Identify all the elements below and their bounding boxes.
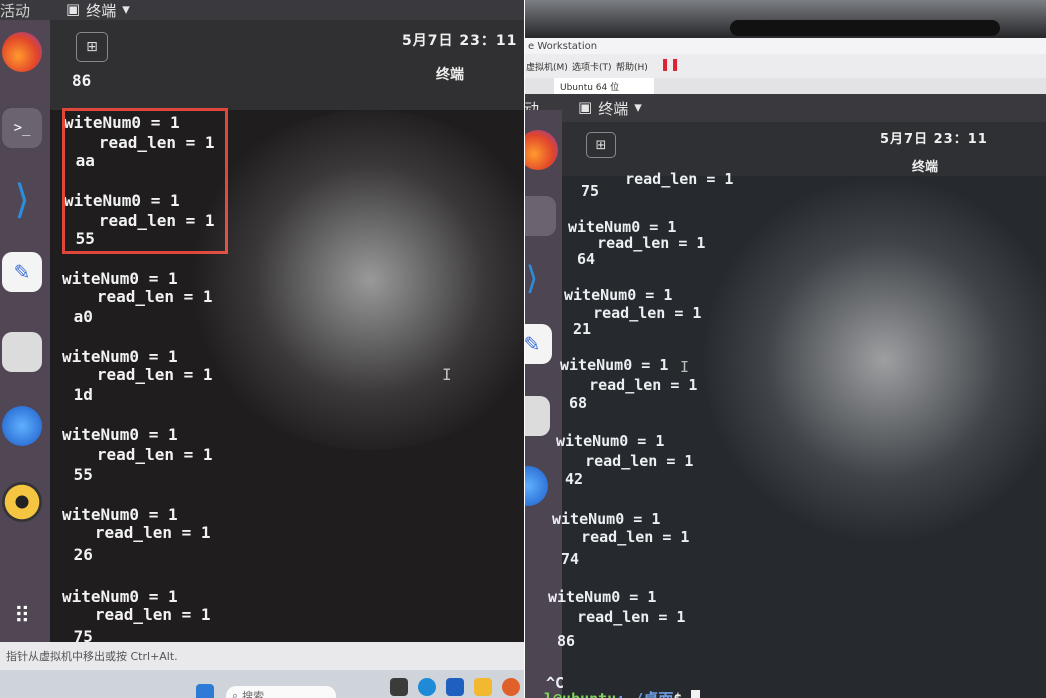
taskbar-search[interactable]: ⌕ 搜索 [226,686,336,698]
highlight-box [62,108,228,254]
dock: >_ ⟩ ✎ ⠿ [0,20,50,660]
clock[interactable]: 5月7日 23：11 [402,30,517,50]
terminal-line: witeNum0 = 1 [552,510,661,528]
terminal-line: 74 [552,550,580,568]
terminal-menu-icon: ▣ [66,0,81,18]
explorer-icon[interactable] [474,678,492,696]
firefox-taskbar-icon[interactable] [502,678,520,696]
webcam-notch [730,20,1000,36]
terminal-line: 42 [556,470,584,488]
terminal-output: read_len = 1 75 witeNum0 = 1 read_len = … [524,160,1046,698]
terminal-line: witeNum0 = 1 [560,356,669,374]
vm-menu-bar: 虚拟机(M) 选项卡(T) 帮助(H) ❚❚ [524,54,1046,78]
terminal-line: read_len = 1 [598,170,734,188]
terminal-line: read_len = 1 [68,365,213,384]
terminal-line: witeNum0 = 1 [62,347,178,366]
clock[interactable]: 5月7日 23：11 [880,128,988,147]
gnome-top-bar: 动 ▣ 终端 ▾ [524,94,1046,124]
plus-icon: ⊞ [595,137,607,153]
terminal-menu-label: 终端 [86,2,117,20]
terminal-line: read_len = 1 [68,287,213,306]
photo-divider [524,0,525,698]
terminal-line: read_len = 1 [66,523,211,542]
rhythmbox-icon[interactable] [2,482,42,522]
windows-taskbar: ⌕ 搜索 [0,670,524,698]
terminal-menu-label: 终端 [598,100,629,118]
prompt-user: l@ubuntu [544,690,616,698]
terminal-line: 68 [560,394,588,412]
vm-status-text: 指针从虚拟机中移出或按 Ctrl+Alt. [6,650,178,663]
vm-tab-label: Ubuntu 64 位 [560,83,620,93]
text-editor-icon[interactable]: ✎ [2,252,42,292]
terminal-line: read_len = 1 [558,452,694,470]
plus-icon: ⊞ [86,39,98,55]
terminal-line: 21 [564,320,592,338]
vm-tab[interactable]: Ubuntu 64 位 [554,78,654,94]
chevron-down-icon: ▾ [122,0,130,18]
windows-start-icon[interactable] [196,684,214,698]
terminal-line: read_len = 1 [554,528,690,546]
terminal-line: witeNum0 = 1 [564,286,673,304]
vm-window-title: e Workstation [528,41,598,52]
text-cursor-icon: I [442,365,452,384]
terminal-app-menu[interactable]: ▣ 终端 ▾ [578,98,642,119]
taskbar-app-icon[interactable] [390,678,408,696]
terminal-line: 55 [64,465,93,484]
vscode-icon[interactable]: ⟩ [2,177,42,223]
new-tab-button[interactable]: ⊞ [76,32,108,62]
terminal-cursor [691,690,701,698]
terminal-line: read_len = 1 [550,608,686,626]
terminal-line: witeNum0 = 1 [62,505,178,524]
terminal-line: read_len = 1 [66,605,211,624]
terminal-line: witeNum0 = 1 [548,588,657,606]
vm-menu-item[interactable]: 帮助(H) [616,60,648,73]
terminal-app-menu[interactable]: ▣ 终端 ▾ [66,0,130,21]
terminal-line: 1d [64,385,93,404]
terminal-line: 75 [572,182,600,200]
store-icon[interactable] [446,678,464,696]
prompt-symbol: $ [673,690,682,698]
terminal-line: 86 [72,71,92,90]
prompt-path: :~/桌面 [616,690,673,698]
files-icon[interactable] [2,332,42,372]
vm-status-bar: 指针从虚拟机中移出或按 Ctrl+Alt. [0,642,524,670]
activities-button[interactable]: 活动 [0,0,30,21]
app-grid-icon[interactable]: ⠿ [2,596,42,636]
terminal-menu-icon: ▣ [578,98,593,116]
thunderbird-icon[interactable] [2,406,42,446]
vm-menu-item[interactable]: 虚拟机(M) [526,60,568,73]
terminal-line: witeNum0 = 1 [62,587,178,606]
text-cursor-icon: I [680,358,690,376]
terminal-line: 64 [568,250,596,268]
terminal-prompt[interactable]: l@ubuntu:~/桌面$ [544,690,701,698]
terminal-line: witeNum0 = 1 [62,425,178,444]
left-photo: 活动 ▣ 终端 ▾ ⊞ 5月7日 23：11 终端 >_ ⟩ ✎ ⠿ 86 wi… [0,0,524,698]
vm-menu-item[interactable]: 选项卡(T) [572,60,612,73]
edge-icon[interactable] [418,678,436,696]
terminal-line: witeNum0 = 1 [556,432,665,450]
new-tab-button[interactable]: ⊞ [586,132,616,158]
terminal-line: 86 [548,632,576,650]
search-placeholder: 搜索 [242,690,265,698]
terminal-line: witeNum0 = 1 [62,269,178,288]
search-icon: ⌕ [232,689,239,698]
terminal-line: 26 [64,545,93,564]
chevron-down-icon: ▾ [634,98,642,116]
firefox-icon[interactable] [2,32,42,72]
terminal-line: read_len = 1 [68,445,213,464]
terminal-icon[interactable]: >_ [2,108,42,148]
pause-icon[interactable]: ❚❚ [660,57,680,71]
terminal-line: read_len = 1 [562,376,698,394]
right-photo: e Workstation 虚拟机(M) 选项卡(T) 帮助(H) ❚❚ Ubu… [524,0,1046,698]
terminal-line: a0 [64,307,93,326]
